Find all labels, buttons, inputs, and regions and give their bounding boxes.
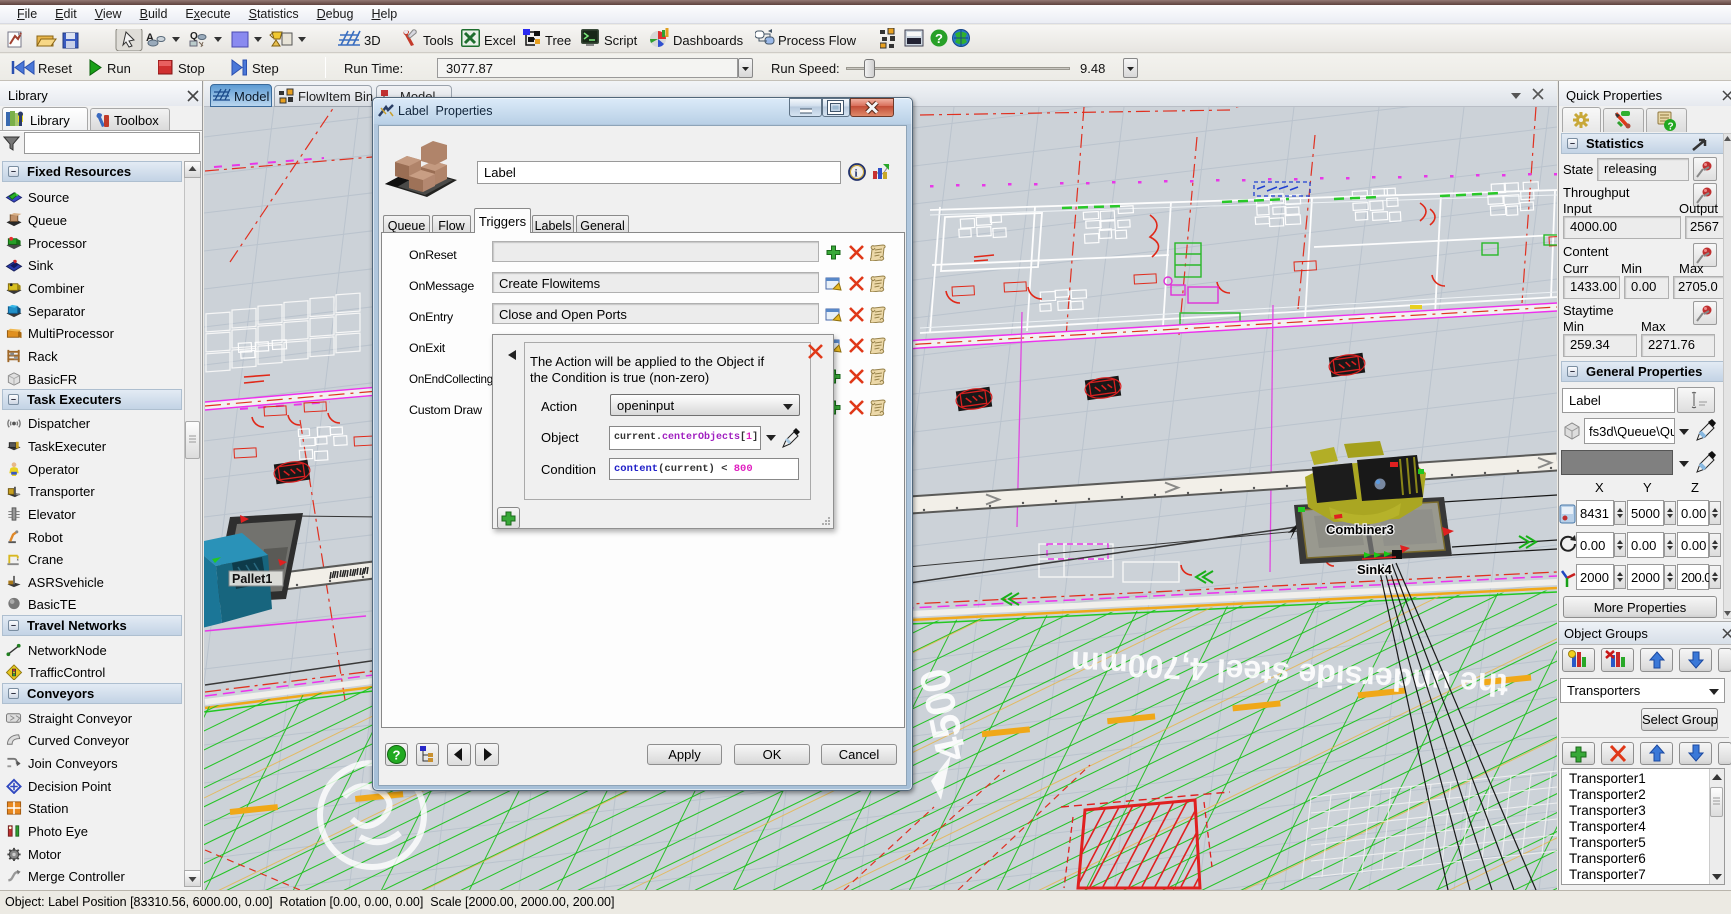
svg-text:Sink4: Sink4 bbox=[1357, 562, 1392, 577]
svg-text:?: ? bbox=[935, 31, 943, 46]
svg-text:Pallet1: Pallet1 bbox=[232, 572, 272, 586]
svg-text:?: ? bbox=[393, 748, 401, 763]
svg-text:?: ? bbox=[1668, 122, 1674, 133]
svg-text:Combiner3: Combiner3 bbox=[1326, 522, 1394, 537]
svg-text:Q: Q bbox=[190, 31, 198, 42]
